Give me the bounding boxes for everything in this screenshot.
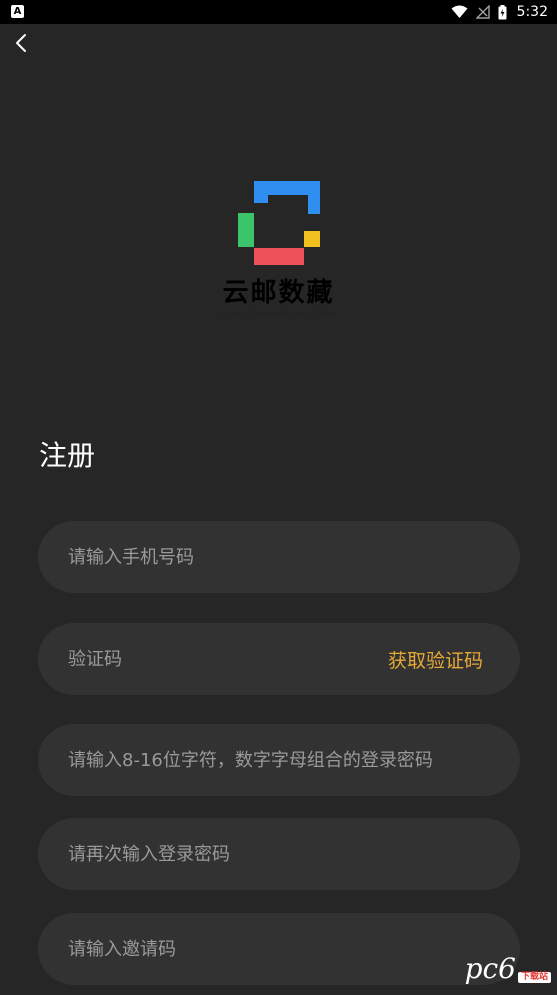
no-signal-icon (475, 5, 490, 19)
app-logo-name: 云邮数藏 (222, 278, 335, 308)
verification-code-field[interactable]: 获取验证码 (38, 623, 520, 695)
app-logo-subtitle: CLOUD STAMP DATA COLLECTION (221, 311, 336, 318)
watermark: pc6 下载站 (465, 955, 551, 983)
app-notification-icon: A (11, 5, 24, 18)
chevron-left-icon (16, 34, 26, 52)
app-logo: 云邮数藏 CLOUD STAMP DATA COLLECTION (0, 178, 557, 319)
watermark-tag: 下载站 (517, 972, 551, 983)
invite-code-field[interactable] (38, 913, 520, 985)
password-field[interactable] (38, 724, 520, 796)
status-icons: 5:32 (451, 0, 548, 24)
back-button[interactable] (8, 30, 34, 56)
wifi-icon (451, 5, 468, 18)
get-code-button[interactable]: 获取验证码 (388, 646, 483, 673)
app-logo-mark-icon (237, 181, 320, 265)
phone-field[interactable] (38, 521, 520, 593)
phone-input[interactable] (68, 546, 490, 568)
battery-icon (498, 4, 507, 19)
invite-code-input[interactable] (68, 938, 490, 960)
status-time: 5:32 (516, 4, 548, 20)
status-bar: A 5:32 (0, 0, 557, 24)
password-input[interactable] (68, 749, 490, 771)
watermark-main: pc6 (464, 952, 516, 985)
confirm-password-field[interactable] (38, 818, 520, 890)
page-title: 注册 (39, 439, 96, 472)
watermark-tag-wrap: 下载站 (517, 972, 551, 983)
verification-code-input[interactable] (68, 648, 380, 670)
confirm-password-input[interactable] (68, 843, 490, 865)
